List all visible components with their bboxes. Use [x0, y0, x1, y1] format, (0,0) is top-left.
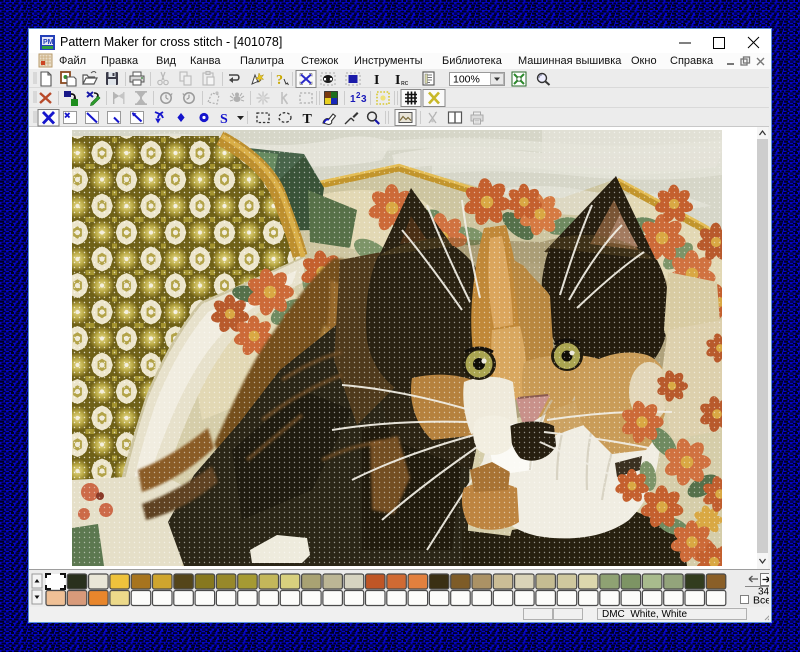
svg-text:?: ?	[276, 73, 283, 88]
svg-text:100%: 100%	[453, 74, 480, 86]
svg-text:PM: PM	[43, 39, 54, 46]
svg-text:I: I	[374, 73, 379, 88]
svg-text:3: 3	[361, 94, 367, 105]
svg-text:T: T	[303, 112, 313, 127]
svg-text:I: I	[395, 73, 400, 88]
svg-text:Все: Все	[753, 595, 769, 607]
svg-text:ʀᴄ: ʀᴄ	[401, 80, 409, 87]
svg-text:S: S	[220, 112, 228, 127]
